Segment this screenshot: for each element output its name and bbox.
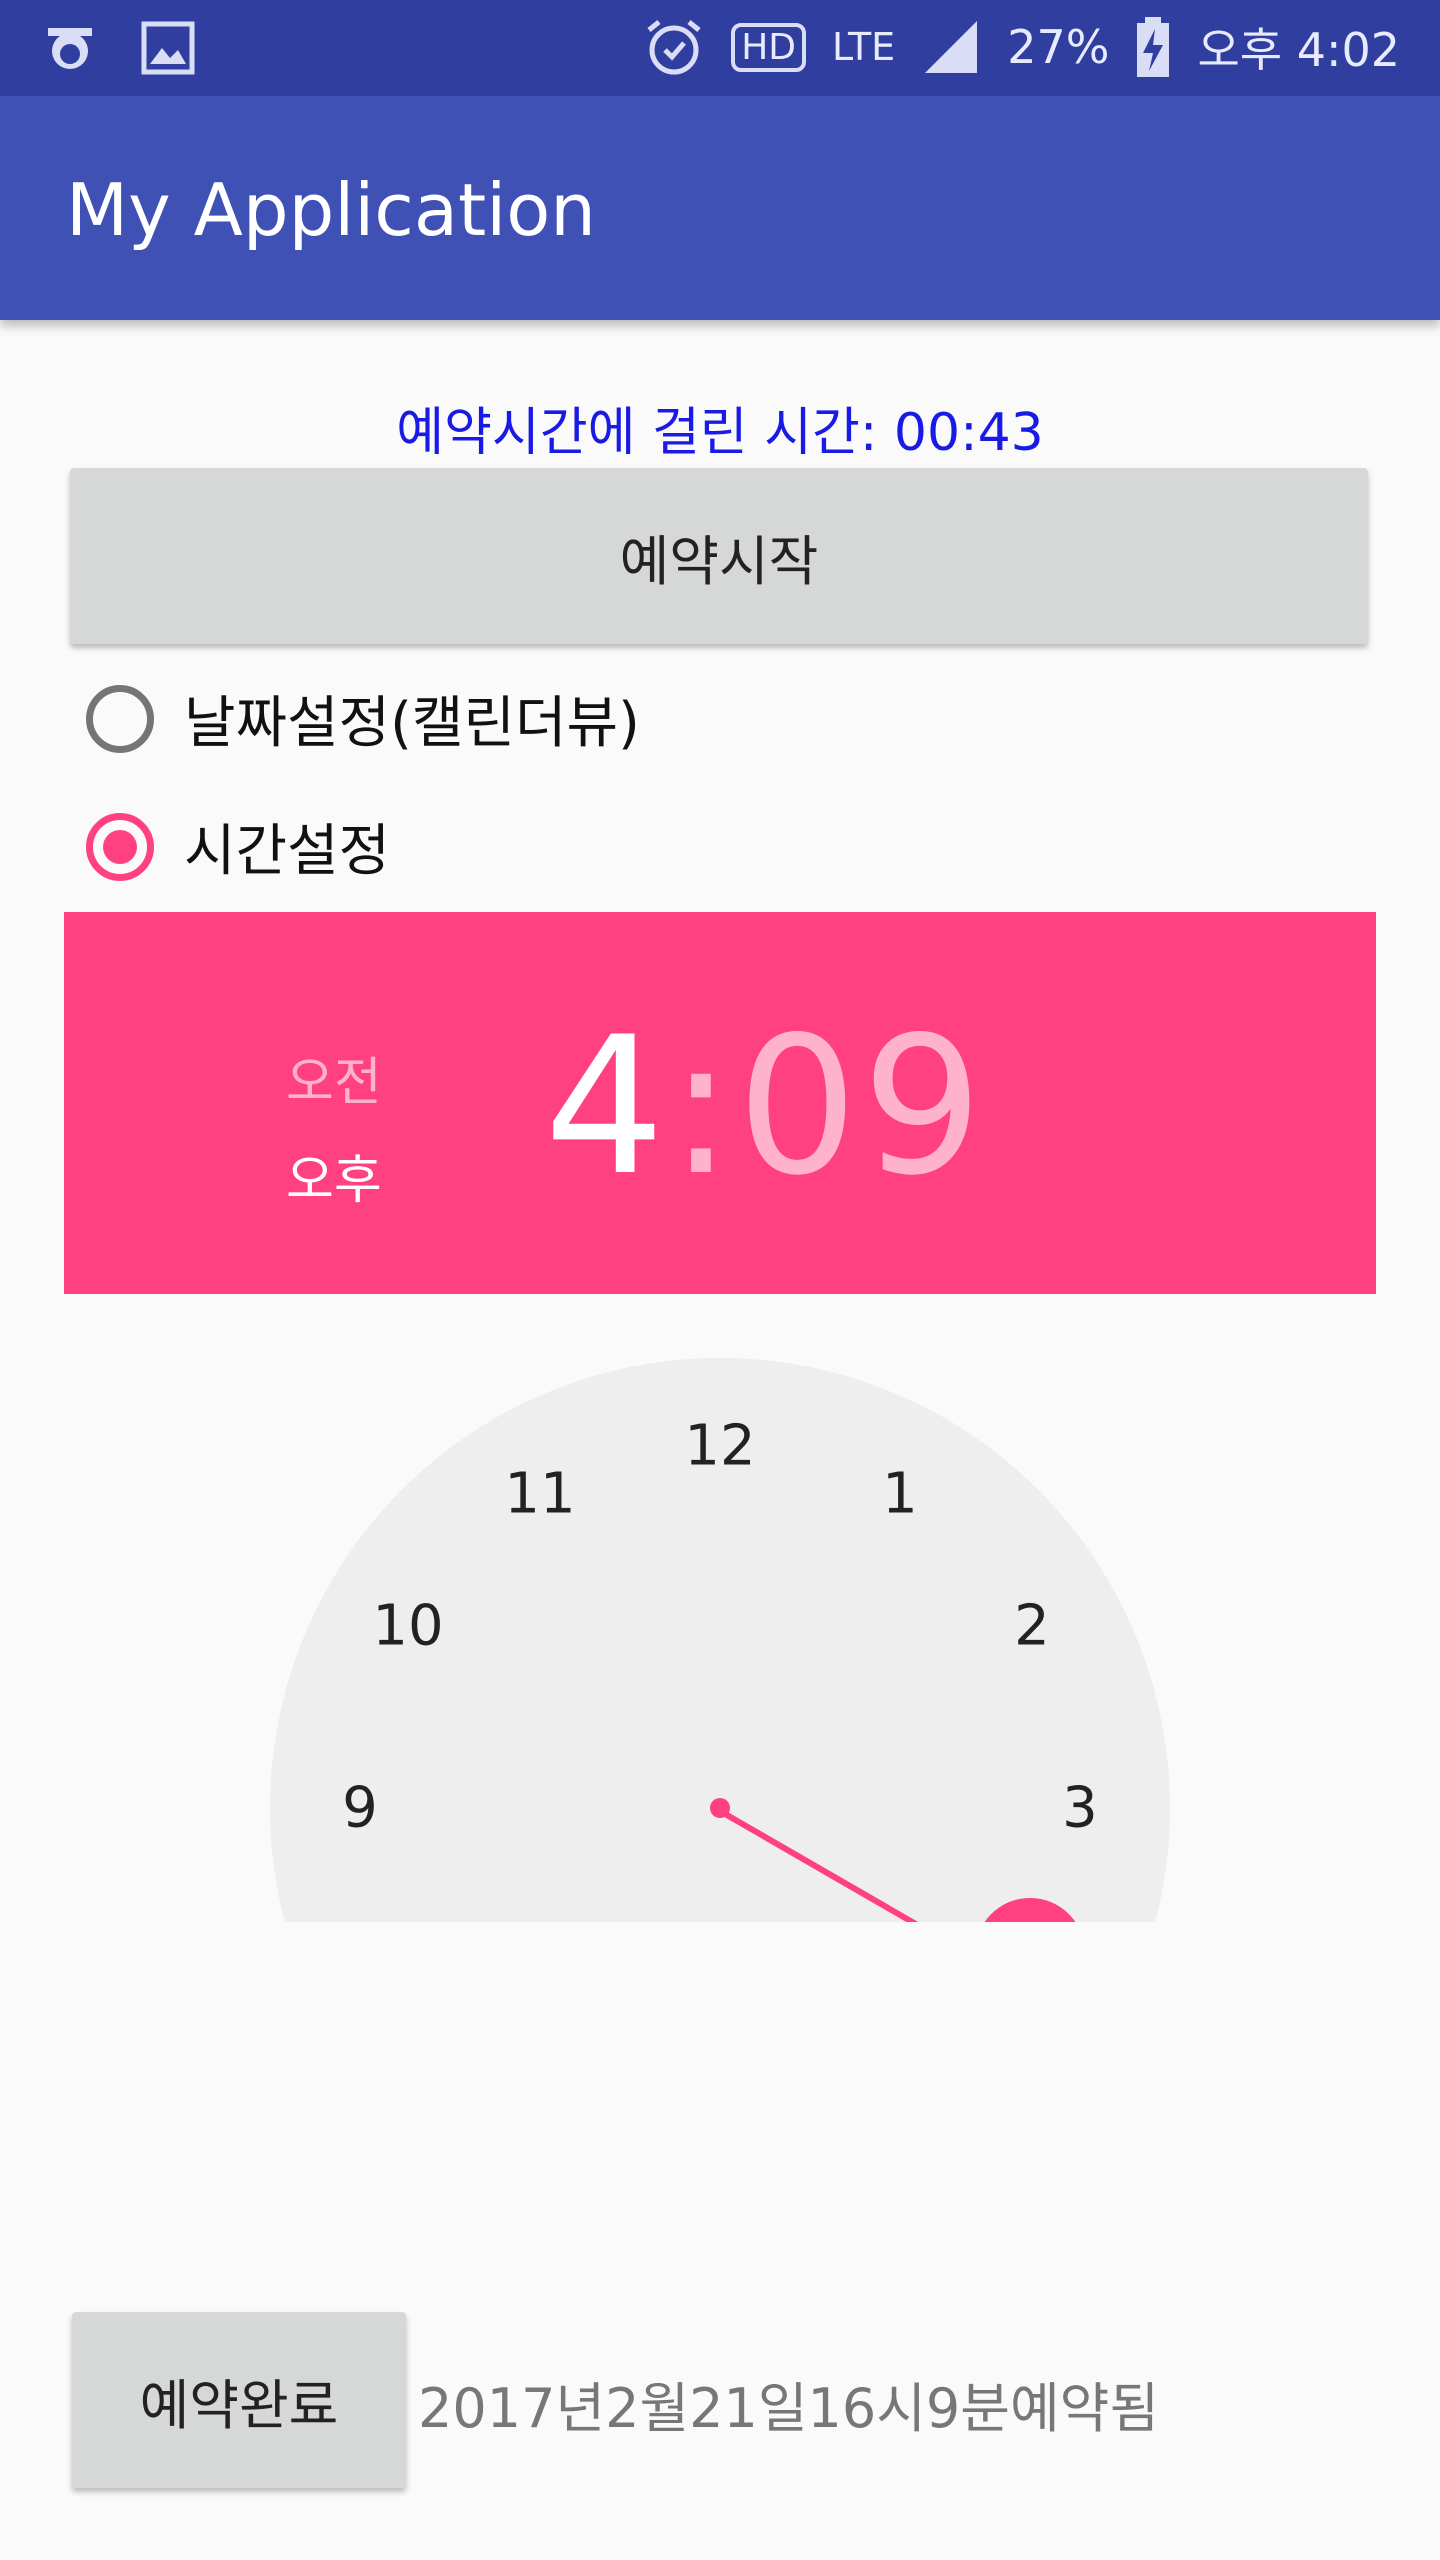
time-separator: : [668,996,737,1217]
clock-number-12[interactable]: 12 [684,1414,755,1479]
hour-value[interactable]: 4 [544,996,669,1217]
status-bar: HD LTE 27% 오후 4:02 [0,0,1440,96]
clock-number-9[interactable]: 9 [342,1776,378,1841]
app-bar: My Application [0,96,1440,320]
reservation-complete-button[interactable]: 예약완료 [72,2312,406,2488]
network-type: LTE [832,25,896,69]
carrier-logo-icon [40,18,100,78]
hd-label: HD [741,26,797,68]
radio-time-label: 시간설정 [184,819,391,884]
status-time: 오후 4:02 [1197,23,1400,77]
radio-date-label: 날짜설정(캘린더뷰) [184,691,640,756]
time-display: 4:09 [544,1012,987,1202]
am-toggle[interactable]: 오전 [286,1040,382,1115]
battery-charging-icon [1135,15,1171,79]
clock-number-11[interactable]: 11 [504,1462,575,1527]
clock-dial[interactable]: 12 1 2 3 9 10 11 [270,1358,1170,1922]
signal-icon [921,17,981,77]
radio-unchecked-icon[interactable] [86,684,154,753]
radio-checked-icon[interactable] [86,812,154,881]
pm-toggle[interactable]: 오후 [286,1138,382,1213]
clock-hand-center [710,1798,730,1818]
clock-number-3[interactable]: 3 [1062,1776,1098,1841]
minute-value[interactable]: 09 [737,996,987,1217]
elapsed-time-label: 예약시간에 걸린 시간: 00:43 [396,403,1044,463]
time-picker-header: 오전 오후 4:09 [64,912,1376,1294]
battery-percent: 27% [1007,20,1110,74]
hd-voice-icon: HD [731,22,807,72]
reservation-start-button[interactable]: 예약시작 [70,468,1368,644]
gallery-notification-icon [140,20,196,76]
alarm-icon [643,16,705,78]
clock-number-10[interactable]: 10 [372,1594,443,1659]
radio-date-setting[interactable]: 날짜설정(캘린더뷰) [86,678,640,759]
reservation-result-text: 2017년2월21일16시9분예약됨 [418,2377,1160,2440]
radio-time-setting[interactable]: 시간설정 [86,806,390,887]
clock-number-1[interactable]: 1 [882,1462,918,1527]
clock-number-2[interactable]: 2 [1014,1594,1050,1659]
app-title: My Application [66,168,596,252]
